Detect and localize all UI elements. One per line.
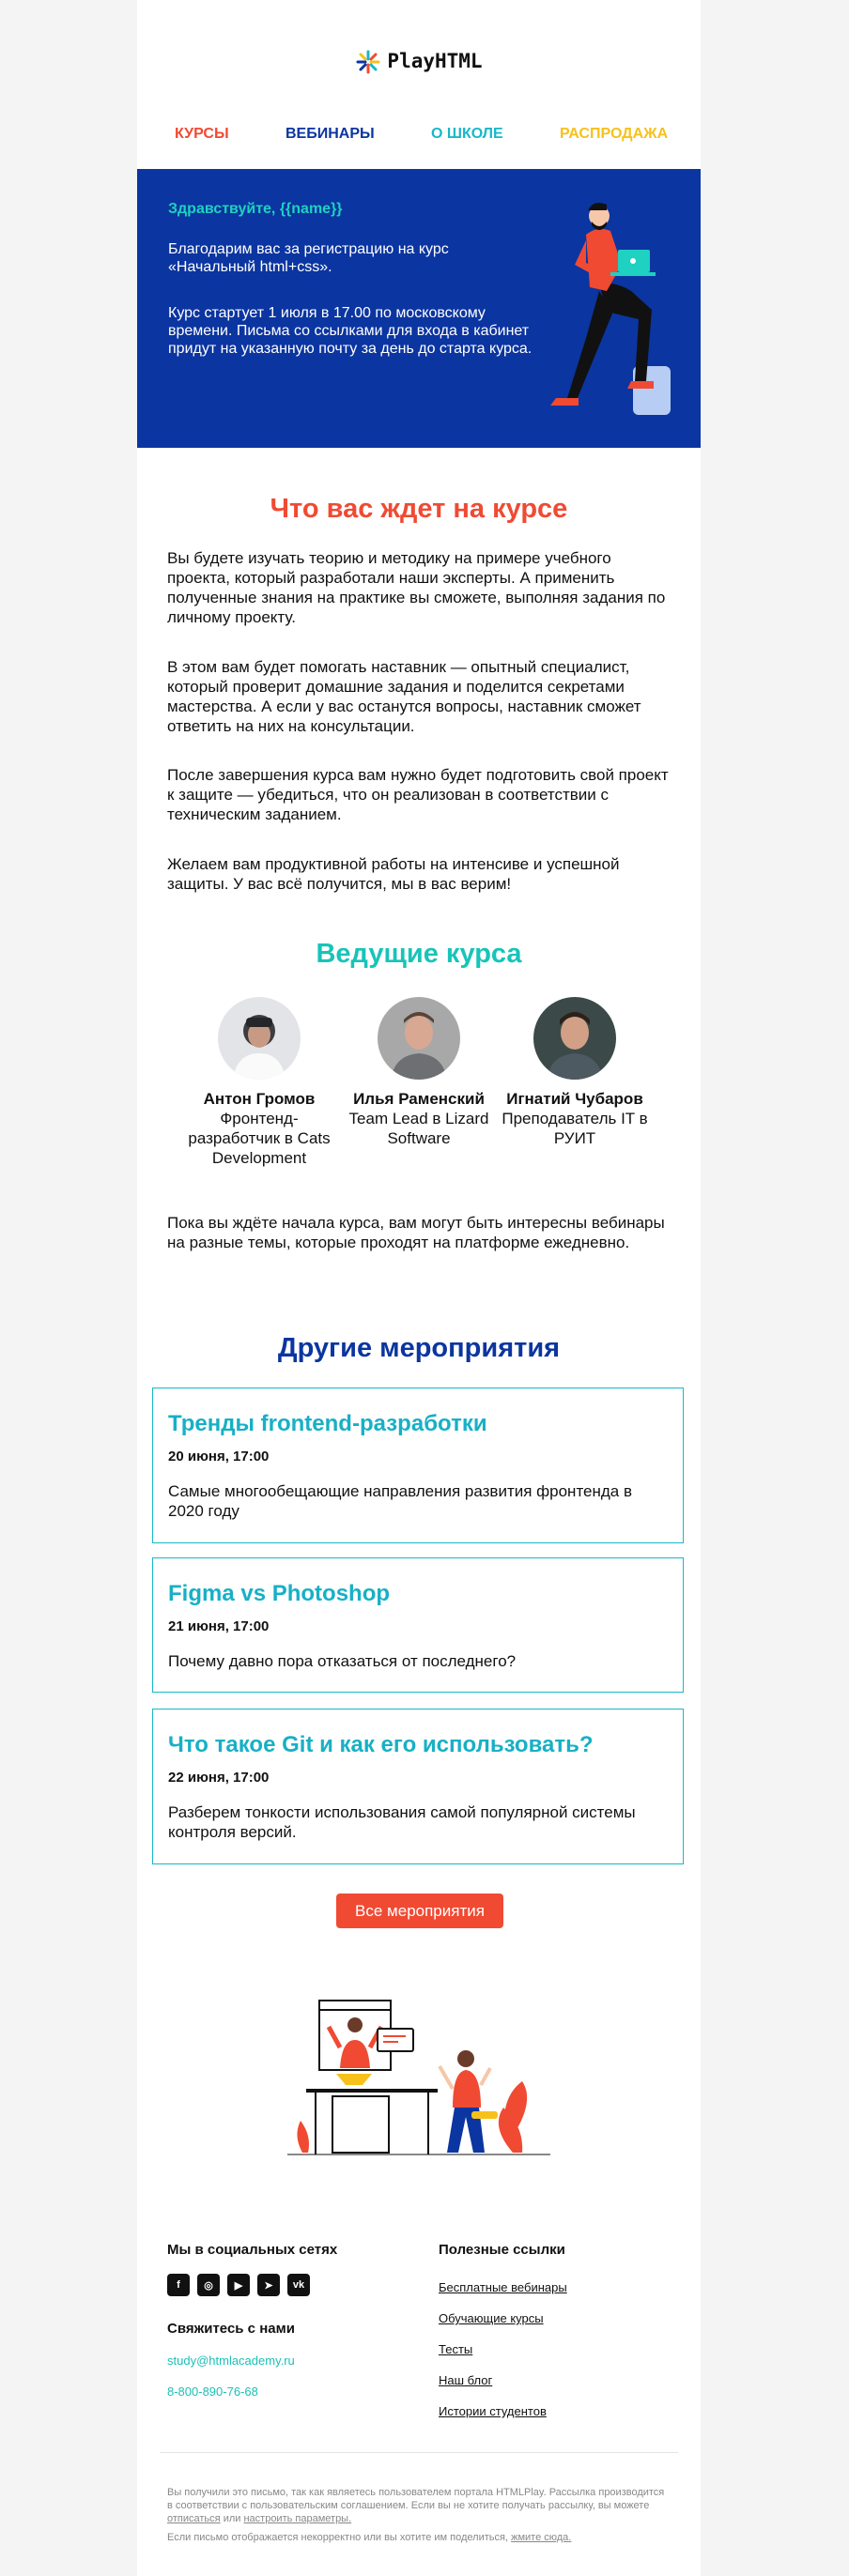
legal-notice: Вы получили это письмо, так как являетес… [167, 2486, 671, 2525]
avatar [218, 997, 301, 1080]
event-text: Почему давно пора отказаться от последне… [168, 1652, 517, 1670]
teacher-name: Илья Раменский [353, 1090, 485, 1108]
hero-banner: Здравствуйте, {{name}} Благодарим вас за… [137, 169, 701, 448]
event-text: Самые многообещающие направления развити… [168, 1482, 633, 1520]
legal-or: или [223, 2513, 241, 2524]
legal-text: Вы получили это письмо, так как являетес… [167, 2487, 665, 2511]
main-nav: Курсы Вебинары О школе Распродажа [137, 126, 701, 148]
settings-link[interactable]: настроить параметры. [243, 2513, 351, 2524]
footer-link-webinars[interactable]: Бесплатные вебинары [439, 2280, 567, 2294]
hero-text-registration: Благодарим вас за регистрацию на курс «Н… [168, 241, 449, 275]
unsubscribe-link[interactable]: отписаться [167, 2513, 221, 2524]
footer-link-blog[interactable]: Наш блог [439, 2373, 492, 2387]
footer-link-stories[interactable]: Истории студентов [439, 2404, 547, 2418]
course-title: Что вас ждет на курсе [270, 494, 568, 524]
teacher-name: Игнатий Чубаров [506, 1090, 643, 1108]
event-card[interactable]: Figma vs Photoshop 21 июня, 17:00 Почему… [152, 1557, 684, 1693]
event-card[interactable]: Что такое Git и как его использовать? 22… [152, 1709, 684, 1864]
greeting: Здравствуйте, {{name}} [168, 201, 343, 217]
events-title: Другие мероприятия [277, 1333, 561, 1363]
social-title: Мы в социальных сетях [167, 2242, 338, 2258]
event-title[interactable]: Что такое Git и как его использовать? [168, 1732, 594, 1758]
course-paragraph: После завершения курса вам нужно будет п… [167, 766, 669, 823]
facebook-icon[interactable]: f [167, 2274, 190, 2296]
student-illustration [550, 203, 671, 415]
social-icons: f ◎ ▶ ➤ vk [167, 2274, 310, 2296]
teacher-card: Илья Раменский Team Lead в Lizard Softwa… [334, 997, 503, 1148]
nav-link-about[interactable]: О школе [431, 126, 503, 143]
course-paragraph: В этом вам будет помогать наставник — оп… [167, 658, 641, 735]
nav-link-courses[interactable]: Курсы [175, 126, 229, 143]
footer-illustration [287, 2000, 550, 2155]
all-events-button[interactable]: Все мероприятия [336, 1894, 503, 1928]
useful-links-title: Полезные ссылки [439, 2242, 565, 2258]
youtube-icon[interactable]: ▶ [227, 2274, 250, 2296]
brand-name: PlayHTML [387, 50, 483, 72]
event-card[interactable]: Тренды frontend-разработки 20 июня, 17:0… [152, 1388, 684, 1543]
avatar [533, 997, 616, 1080]
event-title[interactable]: Figma vs Photoshop [168, 1581, 390, 1607]
footer-link-courses[interactable]: Обучающие курсы [439, 2311, 544, 2325]
vk-icon[interactable]: vk [287, 2274, 310, 2296]
teachers-title: Ведущие курса [316, 939, 522, 969]
telegram-icon[interactable]: ➤ [257, 2274, 280, 2296]
footer-link-tests[interactable]: Тесты [439, 2342, 472, 2356]
event-text: Разберем тонкости использования самой по… [168, 1803, 636, 1841]
teacher-role: Team Lead в Lizard Software [348, 1110, 489, 1147]
nav-link-sale[interactable]: Распродажа [560, 126, 668, 143]
contact-title: Свяжитесь с нами [167, 2321, 295, 2337]
teacher-card: Игнатий Чубаров Преподаватель IT в РУИТ [490, 997, 659, 1148]
hero-text-start: Курс стартует 1 июля в 17.00 по московск… [168, 305, 533, 357]
nav-link-webinars[interactable]: Вебинары [286, 126, 375, 143]
email-container: PlayHTML Курсы Вебинары О школе Распрода… [137, 0, 701, 2576]
event-date: 20 июня, 17:00 [168, 1449, 270, 1464]
event-date: 21 июня, 17:00 [168, 1618, 270, 1634]
teacher-card: Антон Громов Фронтенд-разработчик в Cats… [175, 997, 344, 1168]
teacher-role: Преподаватель IT в РУИТ [502, 1110, 648, 1147]
teacher-name: Антон Громов [203, 1090, 316, 1108]
teacher-role: Фронтенд-разработчик в Cats Development [188, 1110, 331, 1167]
view-online-notice: Если письмо отображается некорректно или… [167, 2531, 671, 2544]
webinars-note: Пока вы ждёте начала курса, вам могут бы… [167, 1214, 665, 1251]
event-date: 22 июня, 17:00 [168, 1770, 270, 1786]
view-in-browser-link[interactable]: жмите сюда. [511, 2532, 571, 2543]
logo[interactable]: PlayHTML [137, 49, 701, 75]
logo-mark-icon [355, 49, 381, 75]
avatar [378, 997, 460, 1080]
contact-email[interactable]: study@htmlacademy.ru [167, 2354, 295, 2368]
divider [160, 2452, 678, 2453]
course-paragraph: Вы будете изучать теорию и методику на п… [167, 549, 666, 626]
instagram-icon[interactable]: ◎ [197, 2274, 220, 2296]
legal-text: Если письмо отображается некорректно или… [167, 2532, 509, 2543]
event-title[interactable]: Тренды frontend-разработки [168, 1411, 487, 1437]
course-paragraph: Желаем вам продуктивной работы на интенс… [167, 855, 620, 893]
contact-phone[interactable]: 8-800-890-76-68 [167, 2384, 258, 2399]
